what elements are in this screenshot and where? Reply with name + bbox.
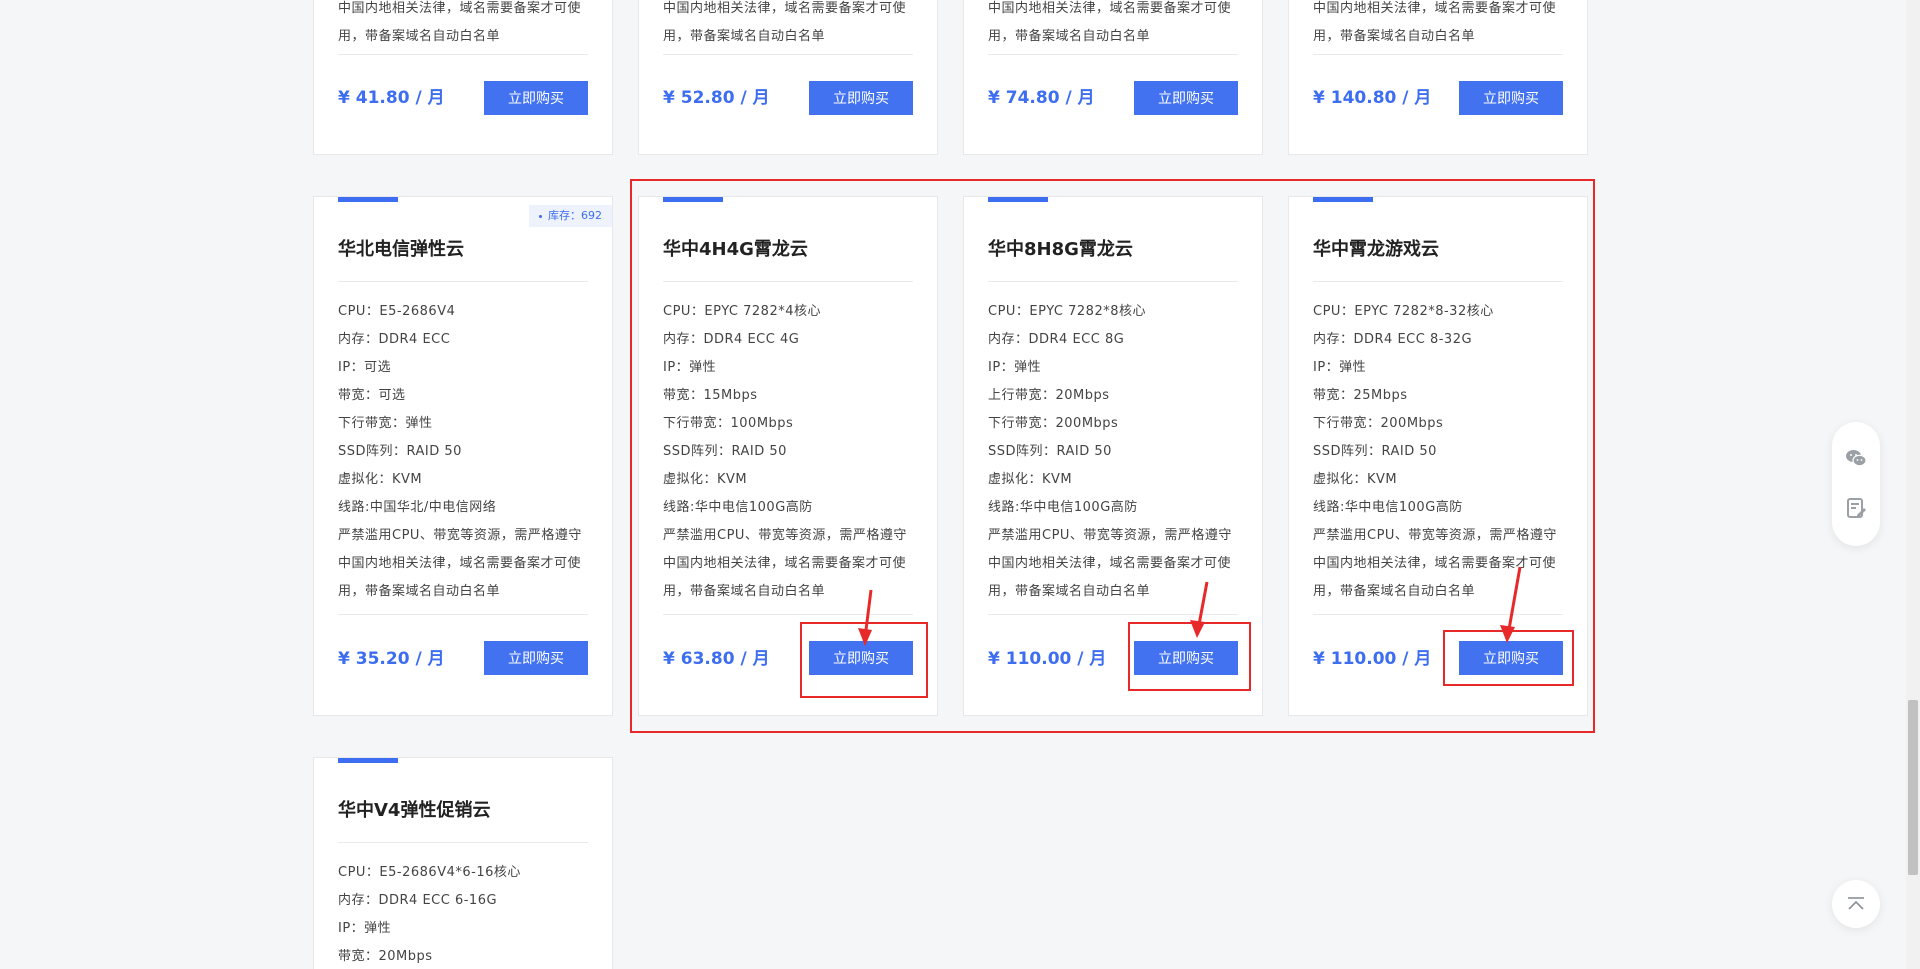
buy-now-button[interactable]: 立即购买 [484,641,588,675]
feedback-icon[interactable] [1844,496,1868,520]
price: ¥ 74.80 / 月 [988,88,1095,108]
buy-now-button[interactable]: 立即购买 [1459,81,1563,115]
card-description: 中国内地相关法律，域名需要备案才可使 用，带备案域名自动白名单 [663,1,907,44]
buy-now-button[interactable]: 立即购买 [809,81,913,115]
annotation-arrow-icon [1500,566,1522,643]
card-title: 华北电信弹性云 [338,239,464,260]
product-card: 中国内地相关法律，域名需要备案才可使 用，带备案域名自动白名单 ¥ 140.80 … [1288,0,1588,155]
floating-contact-panel [1832,422,1880,546]
card-description: 中国内地相关法律，域名需要备案才可使 用，带备案域名自动白名单 [988,1,1232,44]
scrollbar-thumb[interactable] [1908,700,1918,875]
back-to-top-icon [1848,897,1864,910]
card-description: 中国内地相关法律，域名需要备案才可使 用，带备案域名自动白名单 [1313,1,1557,44]
back-to-top-button[interactable] [1832,880,1880,928]
card-accent-bar [338,197,398,202]
card-accent-bar [338,758,398,763]
buy-now-button[interactable]: 立即购买 [1134,81,1238,115]
card-description: 中国内地相关法律，域名需要备案才可使 用，带备案域名自动白名单 [338,1,582,44]
product-card-huabei-telecom: 库存：692 华北电信弹性云 CPU：E5-2686V4 内存：DDR4 ECC I… [313,196,613,716]
spec-list: CPU：E5-2686V4*6-16核心 内存：DDR4 ECC 6-16G IP… [338,865,521,964]
card-title: 华中V4弹性促销云 [338,800,491,821]
spec-list: CPU：E5-2686V4 内存：DDR4 ECC IP：可选 带宽：可选 下行带宽：… [338,304,582,599]
wechat-icon[interactable] [1844,446,1868,470]
price: ¥ 41.80 / 月 [338,88,445,108]
product-card: 中国内地相关法律，域名需要备案才可使 用，带备案域名自动白名单 ¥ 74.80 /… [963,0,1263,155]
product-card: 中国内地相关法律，域名需要备案才可使 用，带备案域名自动白名单 ¥ 41.80 /… [313,0,613,155]
price: ¥ 35.20 / 月 [338,649,445,669]
stock-badge: 库存：692 [529,205,612,227]
product-card-v4-promo: 华中V4弹性促销云 CPU：E5-2686V4*6-16核心 内存：DDR4 EC… [313,757,613,969]
product-card: 中国内地相关法律，域名需要备案才可使 用，带备案域名自动白名单 ¥ 52.80 /… [638,0,938,155]
buy-now-button[interactable]: 立即购买 [484,81,588,115]
price: ¥ 52.80 / 月 [663,88,770,108]
annotation-arrow-icon [858,589,873,646]
annotation-arrow-icon [1190,581,1209,638]
price: ¥ 140.80 / 月 [1313,88,1432,108]
